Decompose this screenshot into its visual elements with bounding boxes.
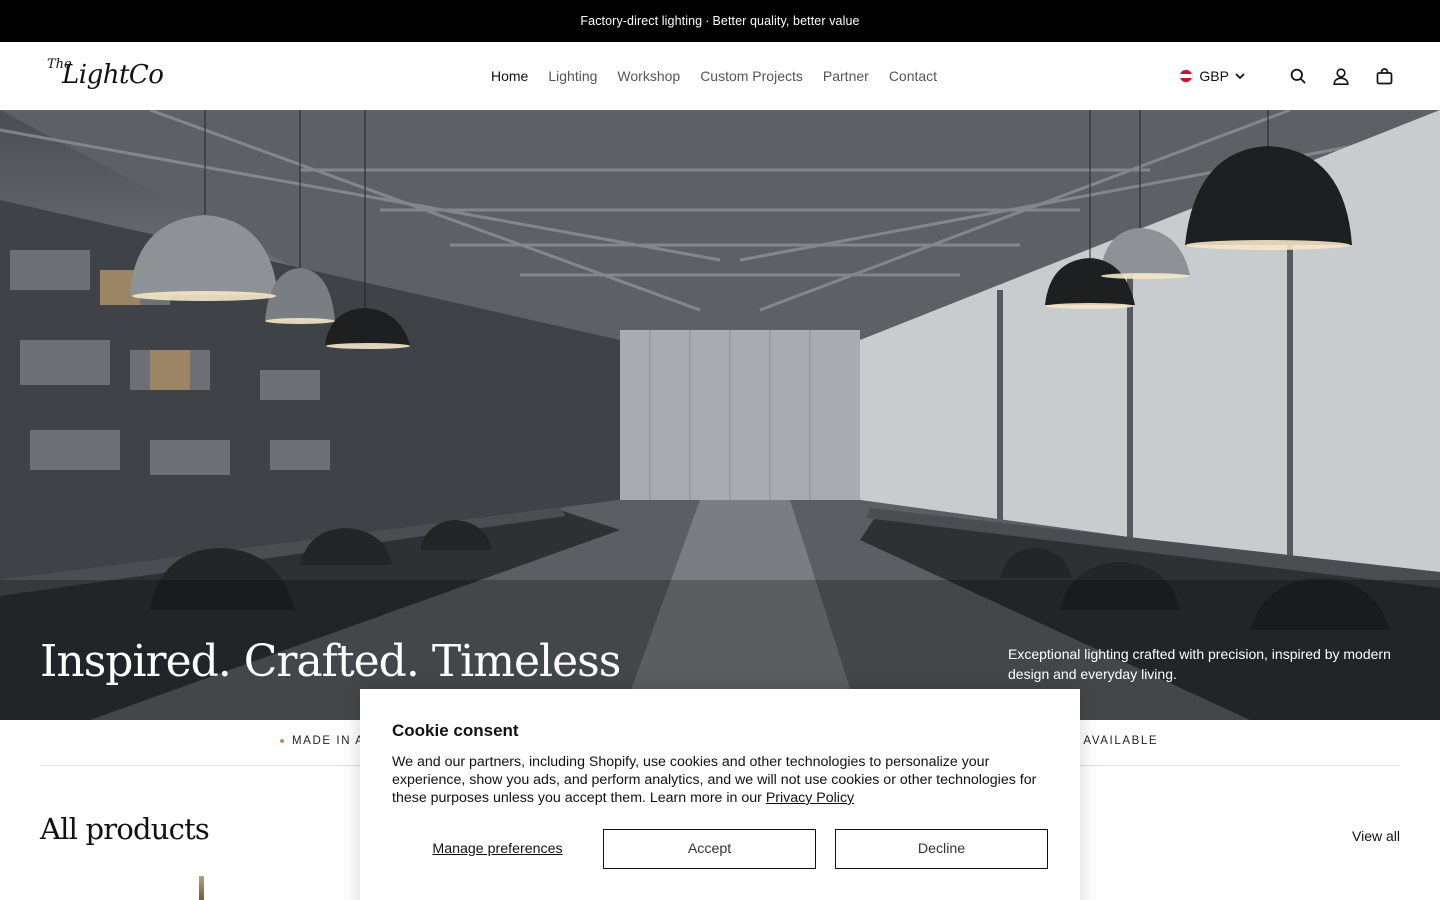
view-all-link[interactable]: View all	[1352, 828, 1400, 844]
decline-button[interactable]: Decline	[835, 829, 1048, 869]
dot-icon	[280, 738, 284, 743]
currency-selector[interactable]: GBP	[1179, 68, 1245, 84]
hero-banner: Inspired. Crafted. Timeless Exceptional …	[0, 110, 1440, 720]
austria-flag-icon	[1179, 69, 1194, 83]
currency-code: GBP	[1199, 68, 1229, 84]
site-header: The LightCo Home Lighting Workshop Custo…	[0, 42, 1440, 110]
nav-lighting[interactable]: Lighting	[548, 68, 597, 84]
announcement-bar: Factory-direct lighting · Better quality…	[0, 0, 1440, 42]
announcement-separator: ·	[705, 14, 710, 28]
nav-custom-projects[interactable]: Custom Projects	[700, 68, 803, 84]
cart-icon[interactable]	[1372, 64, 1396, 88]
hero-title: Inspired. Crafted. Timeless	[40, 636, 621, 687]
cookie-actions: Manage preferences Accept Decline	[392, 829, 1048, 869]
nav-home[interactable]: Home	[491, 68, 528, 84]
cookie-body: We and our partners, including Shopify, …	[392, 753, 1052, 807]
announcement-right: Better quality, better value	[712, 14, 860, 28]
strip-item-made-in: MADE IN A	[280, 735, 365, 747]
accept-button[interactable]: Accept	[603, 829, 816, 869]
privacy-policy-link[interactable]: Privacy Policy	[766, 790, 854, 806]
cookie-title: Cookie consent	[392, 721, 519, 740]
strip-left-text: MADE IN A	[292, 735, 365, 747]
product-thumbnail[interactable]	[199, 876, 204, 900]
cookie-consent-dialog: Cookie consent We and our partners, incl…	[360, 689, 1080, 900]
strip-right-text: S AVAILABLE	[1070, 735, 1159, 747]
manage-preferences-button[interactable]: Manage preferences	[392, 829, 603, 869]
hero-image	[0, 110, 1440, 720]
section-title: All products	[40, 812, 210, 846]
cookie-body-text: We and our partners, including Shopify, …	[392, 754, 1037, 806]
nav-workshop[interactable]: Workshop	[617, 68, 680, 84]
account-icon[interactable]	[1329, 64, 1353, 88]
logo-name: LightCo	[62, 60, 164, 90]
search-icon[interactable]	[1286, 64, 1310, 88]
main-nav: Home Lighting Workshop Custom Projects P…	[491, 42, 937, 110]
nav-partner[interactable]: Partner	[823, 68, 869, 84]
chevron-down-icon	[1235, 72, 1245, 79]
hero-subtitle: Exceptional lighting crafted with precis…	[1008, 646, 1391, 682]
logo[interactable]: The LightCo	[46, 56, 170, 96]
strip-item-available: S AVAILABLE	[1070, 735, 1158, 747]
nav-contact[interactable]: Contact	[889, 68, 937, 84]
announcement-left: Factory-direct lighting	[580, 14, 703, 28]
header-actions: GBP	[1179, 42, 1396, 110]
